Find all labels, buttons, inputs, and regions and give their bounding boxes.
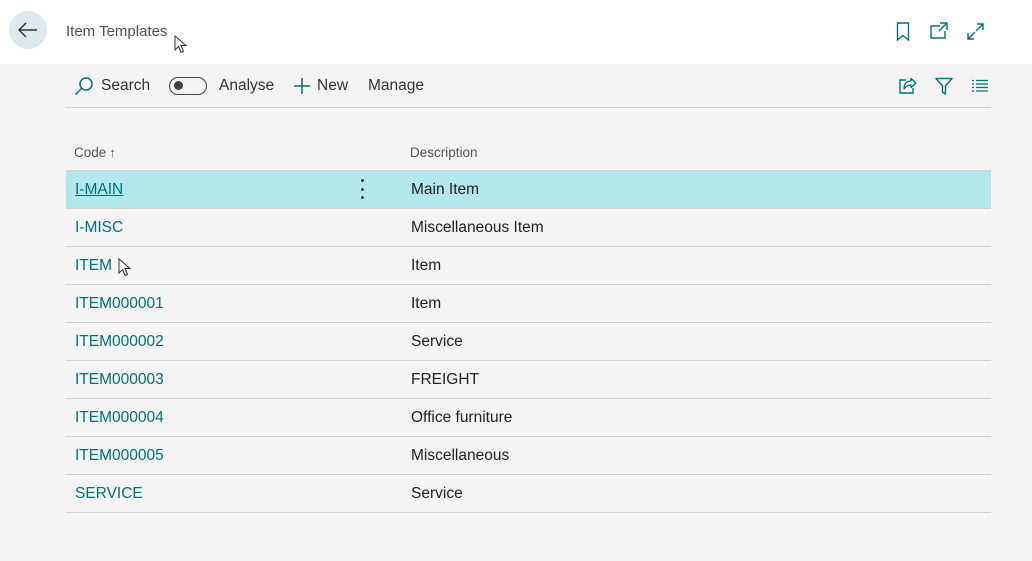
new-label: New [317,77,349,94]
action-bar: Search Analyse New Manage [66,64,991,108]
manage-button[interactable]: Manage [368,75,424,97]
new-button[interactable]: New [293,75,348,97]
row-more-options-button[interactable] [356,179,368,199]
table-row[interactable]: ITEM000003 FREIGHT [66,361,991,399]
table-row[interactable]: ITEM Item [66,247,991,285]
list-view-button[interactable] [969,75,991,97]
description-cell: Service [411,485,463,502]
analyse-label: Analyse [219,77,275,94]
code-link[interactable]: ITEM000003 [75,371,164,389]
search-icon [74,77,93,96]
plus-icon [294,78,310,94]
description-cell: Miscellaneous Item [411,219,544,236]
code-link[interactable]: ITEM000001 [75,295,164,313]
table-row[interactable]: ITEM000002 Service [66,323,991,361]
back-arrow-icon [18,22,37,38]
search-label: Search [101,77,151,94]
filter-icon [935,77,953,95]
filter-button[interactable] [933,75,955,97]
table-header: Code ↑ Description [66,134,991,171]
search-button[interactable]: Search [74,75,150,97]
back-button[interactable] [9,11,47,49]
description-cell: Miscellaneous [411,447,510,464]
code-link[interactable]: ITEM [75,257,112,275]
table-row[interactable]: ITEM000004 Office furniture [66,399,991,437]
table-row[interactable]: ITEM000001 Item [66,285,991,323]
description-cell: Service [411,333,463,350]
table-row[interactable]: SERVICE Service [66,475,991,513]
code-link[interactable]: I-MISC [75,219,123,237]
sort-ascending-icon: ↑ [109,145,116,160]
description-cell: Main Item [411,181,480,198]
description-cell: FREIGHT [411,371,480,388]
analyse-switch[interactable] [169,77,207,95]
analyse-toggle[interactable]: Analyse [169,75,274,97]
code-link[interactable]: I-MAIN [75,181,123,199]
column-header-code[interactable]: Code ↑ [74,145,116,160]
table-row[interactable]: I-MAIN Main Item [66,171,991,209]
code-link[interactable]: ITEM000002 [75,333,164,351]
list-view-icon [972,79,988,92]
description-cell: Item [411,257,442,274]
item-templates-table: Code ↑ Description I-MAIN Main Item I-MI… [66,134,991,513]
bookmark-icon [896,21,910,41]
code-link[interactable]: ITEM000004 [75,409,164,427]
open-new-window-icon [930,22,948,39]
share-button[interactable] [897,75,919,97]
description-cell: Office furniture [411,409,513,426]
top-bar: Item Templates [0,0,1032,64]
expand-icon [966,22,984,40]
bookmark-button[interactable] [892,20,914,42]
share-icon [899,77,917,94]
manage-label: Manage [368,77,425,94]
table-row[interactable]: ITEM000005 Miscellaneous [66,437,991,475]
page-title: Item Templates [66,23,168,40]
column-header-description[interactable]: Description [410,145,478,160]
code-link[interactable]: SERVICE [75,485,143,503]
table-row[interactable]: I-MISC Miscellaneous Item [66,209,991,247]
description-cell: Item [411,295,442,312]
code-link[interactable]: ITEM000005 [75,447,164,465]
expand-button[interactable] [964,20,986,42]
open-new-window-button[interactable] [928,20,950,42]
